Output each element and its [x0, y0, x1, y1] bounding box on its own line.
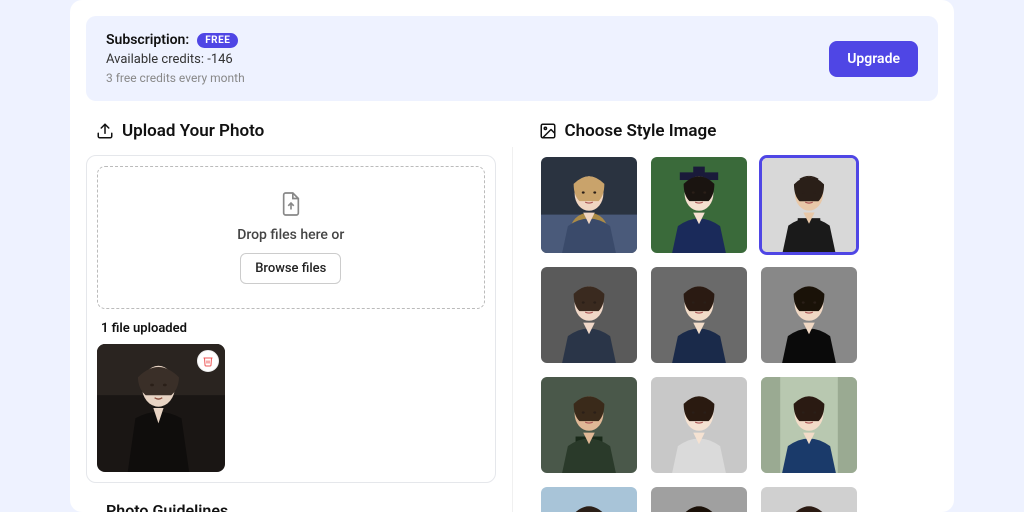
- credits-text: Available credits: -146: [106, 52, 245, 67]
- upload-box: Drop files here or Browse files 1 file u…: [86, 155, 496, 483]
- upload-title-text: Upload Your Photo: [122, 121, 264, 141]
- style-option-1[interactable]: [649, 155, 749, 255]
- upload-panel-title: Upload Your Photo: [86, 117, 496, 155]
- credits-note: 3 free credits every month: [106, 71, 245, 85]
- dropzone[interactable]: Drop files here or Browse files: [97, 166, 485, 309]
- upload-icon: [96, 122, 114, 140]
- uploaded-thumbnail[interactable]: [97, 344, 225, 472]
- style-option-10[interactable]: [649, 485, 749, 512]
- style-grid: [529, 155, 939, 512]
- column-divider: [512, 147, 513, 512]
- drop-text: Drop files here or: [237, 227, 344, 243]
- uploaded-count-label: 1 file uploaded: [101, 321, 481, 336]
- style-option-2[interactable]: [759, 155, 859, 255]
- plan-badge: FREE: [197, 33, 238, 48]
- style-option-5[interactable]: [759, 265, 859, 365]
- style-option-9[interactable]: [539, 485, 639, 512]
- style-option-3[interactable]: [539, 265, 639, 365]
- upgrade-button[interactable]: Upgrade: [829, 41, 918, 77]
- style-option-8[interactable]: [759, 375, 859, 475]
- style-option-7[interactable]: [649, 375, 749, 475]
- style-title-text: Choose Style Image: [565, 121, 717, 141]
- style-panel-title: Choose Style Image: [529, 117, 939, 155]
- style-option-0[interactable]: [539, 155, 639, 255]
- image-icon: [539, 122, 557, 140]
- style-option-4[interactable]: [649, 265, 749, 365]
- browse-files-button[interactable]: Browse files: [240, 253, 341, 284]
- photo-guidelines-heading: Photo Guidelines: [86, 483, 496, 512]
- style-option-11[interactable]: [759, 485, 859, 512]
- delete-upload-button[interactable]: [197, 350, 219, 372]
- subscription-label: Subscription:: [106, 32, 189, 48]
- subscription-banner: Subscription: FREE Available credits: -1…: [86, 16, 938, 101]
- style-option-6[interactable]: [539, 375, 639, 475]
- file-upload-icon: [280, 191, 302, 217]
